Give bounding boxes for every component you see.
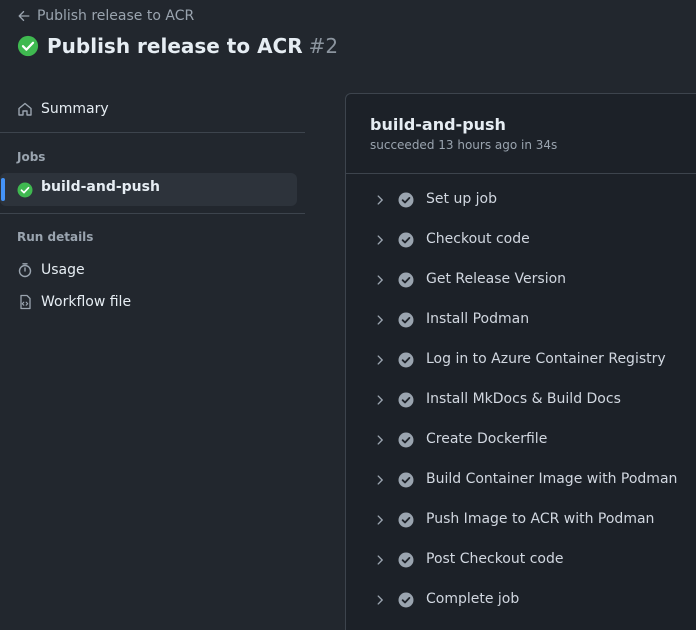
check-circle-fill-icon [398, 472, 414, 488]
check-circle-fill-icon [398, 592, 414, 608]
check-circle-fill-icon [398, 192, 414, 208]
sidebar-divider [0, 213, 305, 214]
job-header: build-and-push succeeded 13 hours ago in… [346, 94, 696, 174]
job-step-row[interactable]: Post Checkout code [346, 540, 696, 580]
job-step-label: Set up job [426, 191, 497, 207]
sidebar-item-usage[interactable]: Usage [17, 258, 85, 282]
chevron-right-icon[interactable] [373, 353, 387, 367]
stopwatch-icon [18, 263, 32, 278]
run-number: #2 [308, 34, 339, 58]
job-step-label: Install MkDocs & Build Docs [426, 391, 621, 407]
page-title: Publish release to ACR #2 [17, 32, 338, 60]
job-step-label: Checkout code [426, 231, 530, 247]
job-step-row[interactable]: Create Dockerfile [346, 420, 696, 460]
job-step-row[interactable]: Log in to Azure Container Registry [346, 340, 696, 380]
job-details-panel: build-and-push succeeded 13 hours ago in… [345, 93, 696, 630]
chevron-right-icon[interactable] [373, 473, 387, 487]
check-circle-fill-icon [17, 35, 39, 57]
sidebar-item-summary[interactable]: Summary [17, 97, 109, 121]
check-circle-fill-icon [398, 312, 414, 328]
check-circle-fill-icon [398, 352, 414, 368]
back-link-label: Publish release to ACR [37, 8, 195, 24]
job-step-label: Push Image to ACR with Podman [426, 511, 655, 527]
sidebar-item-label: Summary [41, 101, 109, 117]
job-step-row[interactable]: Get Release Version [346, 260, 696, 300]
jobs-heading: Jobs [17, 150, 46, 164]
file-code-icon [20, 294, 31, 310]
chevron-right-icon[interactable] [373, 313, 387, 327]
job-step-row[interactable]: Checkout code [346, 220, 696, 260]
job-step-row[interactable]: Install MkDocs & Build Docs [346, 380, 696, 420]
check-circle-fill-icon [398, 512, 414, 528]
sidebar-item-workflow-file[interactable]: Workflow file [17, 290, 131, 314]
run-title-text: Publish release to ACR [47, 34, 303, 58]
job-step-label: Create Dockerfile [426, 431, 548, 447]
workflow-run-page: Publish release to ACR Publish release t… [0, 0, 696, 630]
chevron-right-icon[interactable] [373, 513, 387, 527]
check-circle-fill-icon [398, 432, 414, 448]
job-step-row[interactable]: Push Image to ACR with Podman [346, 500, 696, 540]
sidebar-item-label: Usage [41, 262, 85, 278]
check-circle-fill-icon [17, 182, 33, 198]
back-to-workflow-link[interactable]: Publish release to ACR [17, 6, 194, 26]
sidebar-item-label: build-and-push [41, 179, 160, 195]
chevron-right-icon[interactable] [373, 393, 387, 407]
check-circle-fill-icon [398, 232, 414, 248]
job-step-row[interactable]: Set up job [346, 180, 696, 220]
job-step-row[interactable]: Build Container Image with Podman [346, 460, 696, 500]
sidebar-divider [0, 132, 305, 133]
job-steps-list: Set up job Checkout code Get Release Versi… [346, 180, 696, 620]
sidebar-item-label: Workflow file [41, 294, 132, 310]
job-title: build-and-push [370, 115, 506, 134]
chevron-right-icon[interactable] [373, 433, 387, 447]
job-step-label: Complete job [426, 591, 520, 607]
job-step-label: Post Checkout code [426, 551, 564, 567]
chevron-right-icon[interactable] [373, 233, 387, 247]
job-step-label: Log in to Azure Container Registry [426, 351, 666, 367]
check-circle-fill-icon [398, 392, 414, 408]
check-circle-fill-icon [398, 272, 414, 288]
job-step-label: Install Podman [426, 311, 530, 327]
job-step-label: Build Container Image with Podman [426, 471, 678, 487]
chevron-right-icon[interactable] [373, 593, 387, 607]
active-indicator [1, 178, 5, 201]
job-status-meta: succeeded 13 hours ago in 34s [370, 138, 558, 152]
home-icon [18, 102, 32, 116]
job-step-row[interactable]: Install Podman [346, 300, 696, 340]
run-details-heading: Run details [17, 230, 94, 244]
job-step-row[interactable]: Complete job [346, 580, 696, 620]
chevron-right-icon[interactable] [373, 553, 387, 567]
check-circle-fill-icon [398, 552, 414, 568]
chevron-right-icon[interactable] [373, 193, 387, 207]
job-step-label: Get Release Version [426, 271, 567, 287]
chevron-right-icon[interactable] [373, 273, 387, 287]
arrow-left-icon [18, 10, 30, 22]
sidebar-item-build-and-push[interactable]: build-and-push [0, 173, 297, 206]
